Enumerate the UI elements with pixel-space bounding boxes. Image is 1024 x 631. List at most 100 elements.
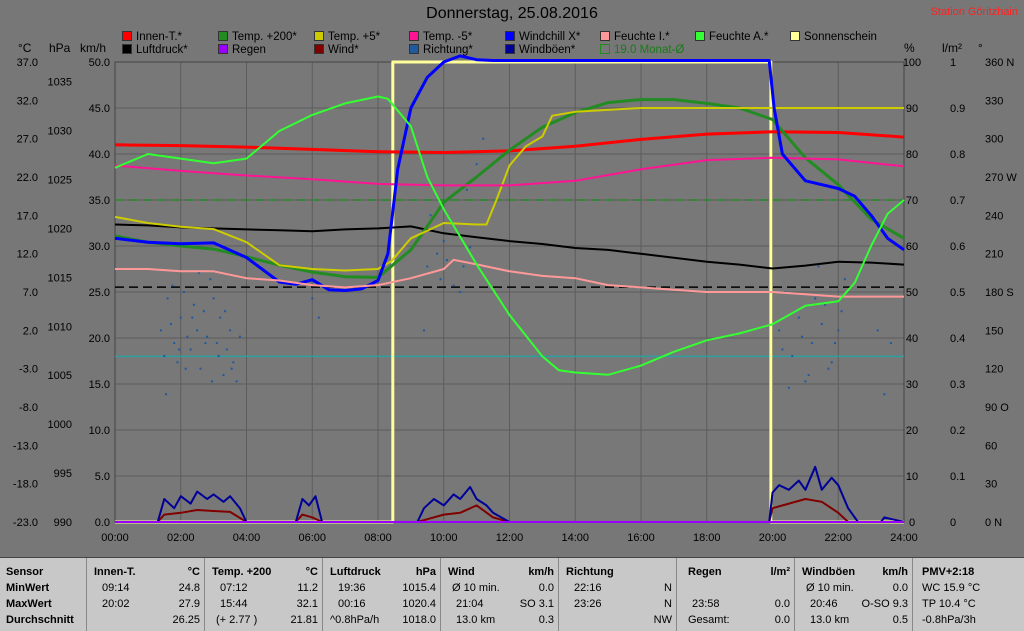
- pmv-wc: WC 15.9 °C: [922, 582, 981, 594]
- windboen-min-val: 0.0: [892, 582, 908, 594]
- y-tick-direction: 150: [985, 325, 1003, 337]
- direction-point: [219, 316, 222, 319]
- y-tick-percent: 70: [906, 195, 918, 207]
- direction-point: [222, 374, 225, 377]
- x-tick-label: 14:00: [561, 532, 589, 544]
- y-tick-percent: 80: [906, 149, 918, 161]
- direction-point: [160, 329, 162, 332]
- y-tick-rain: 0.9: [950, 103, 965, 115]
- regen-max-time: 23:58: [692, 598, 720, 610]
- direction-point: [423, 329, 425, 332]
- y-tick-celsius: -18.0: [13, 479, 38, 491]
- direction-point: [482, 137, 485, 140]
- direction-point: [224, 310, 227, 313]
- direction-point: [196, 329, 199, 332]
- direction-point: [191, 316, 194, 319]
- label-avg: Durchschnitt: [6, 614, 74, 626]
- richtung-max-val: N: [664, 598, 672, 610]
- innen-avg-val: 26.25: [172, 614, 200, 626]
- y-tick-percent: 50: [906, 287, 918, 299]
- y-tick-kmh: 30.0: [89, 241, 110, 253]
- pmv-title: PMV+2:18: [922, 566, 975, 578]
- pmv-tp: TP 10.4 °C: [922, 598, 976, 610]
- y-tick-celsius: 2.0: [23, 325, 38, 337]
- temp200-min-time: 07:12: [220, 582, 248, 594]
- y-tick-direction: 360 N: [985, 57, 1014, 69]
- y-tick-hpa: 1010: [48, 321, 72, 333]
- y-tick-percent: 40: [906, 333, 918, 345]
- direction-point: [827, 367, 830, 370]
- y-tick-celsius: 22.0: [17, 172, 38, 184]
- direction-point: [163, 354, 166, 357]
- wind-max-val: SO 3.1: [519, 598, 554, 610]
- y-tick-percent: 0: [909, 517, 915, 529]
- temp200-min-val: 11.2: [297, 582, 318, 594]
- direction-point: [843, 278, 846, 281]
- y-tick-direction: 30: [985, 479, 997, 491]
- direction-point: [475, 163, 478, 166]
- direction-point: [199, 367, 202, 370]
- wind-max-time: 21:04: [456, 598, 484, 610]
- y-tick-kmh: 45.0: [89, 103, 110, 115]
- direction-point: [178, 348, 181, 351]
- y-tick-hpa: 995: [54, 468, 72, 480]
- direction-point: [459, 291, 462, 293]
- direction-point: [436, 252, 439, 255]
- y-tick-percent: 10: [906, 471, 918, 483]
- pmv-trend: -0.8hPa/3h: [922, 614, 976, 626]
- richtung-min-val: N: [664, 582, 672, 594]
- stats-wind: Wind km/h Ø 10 min. 0.0 21:04 SO 3.1 13.0 k…: [440, 558, 559, 631]
- direction-point: [211, 380, 213, 383]
- y-tick-hpa: 1020: [48, 223, 72, 235]
- y-tick-rain: 0.6: [950, 241, 965, 253]
- label-min: MinWert: [6, 582, 50, 594]
- direction-point: [165, 393, 167, 396]
- richtung-title: Richtung: [566, 566, 614, 578]
- luftdruck-min-val: 1015.4: [402, 582, 436, 594]
- direction-point: [469, 246, 472, 249]
- wind-avg-val: 0.3: [538, 614, 554, 626]
- stats-luftdruck: Luftdruck hPa 19:36 1015.4 00:16 1020.4 ^0.…: [322, 558, 441, 631]
- y-tick-hpa: 1000: [48, 419, 72, 431]
- direction-point: [840, 310, 843, 313]
- y-tick-kmh: 35.0: [89, 195, 110, 207]
- direction-point: [176, 361, 179, 364]
- y-tick-celsius: -13.0: [13, 440, 38, 452]
- direction-point: [209, 278, 212, 281]
- y-tick-celsius: 7.0: [23, 287, 38, 299]
- direction-point: [183, 291, 185, 293]
- y-tick-hpa: 1030: [48, 126, 72, 138]
- y-tick-direction: 240: [985, 210, 1003, 222]
- stats-pmv: PMV+2:18 WC 15.9 °C TP 10.4 °C -0.8hPa/3…: [912, 558, 1024, 631]
- direction-point: [232, 361, 235, 364]
- x-tick-label: 04:00: [233, 532, 261, 544]
- y-tick-direction: 60: [985, 440, 997, 452]
- innen-min-val: 24.8: [178, 582, 200, 594]
- y-tick-celsius: 12.0: [17, 249, 38, 261]
- y-tick-celsius: -23.0: [13, 517, 38, 529]
- direction-point: [889, 342, 892, 345]
- windboen-min-label: Ø 10 min.: [806, 582, 854, 594]
- direction-point: [173, 342, 176, 345]
- luftdruck-max-time: 00:16: [338, 598, 366, 610]
- y-tick-direction: 180 S: [985, 287, 1014, 299]
- direction-point: [212, 297, 215, 300]
- y-tick-hpa: 1035: [48, 77, 72, 89]
- direction-point: [238, 335, 241, 338]
- direction-point: [179, 316, 182, 319]
- y-tick-direction: 300: [985, 134, 1003, 146]
- direction-point: [171, 284, 174, 287]
- y-tick-kmh: 0.0: [95, 517, 110, 529]
- y-tick-direction: 210: [985, 249, 1003, 261]
- direction-point: [317, 316, 320, 319]
- direction-point: [814, 297, 817, 300]
- luftdruck-min-time: 19:36: [338, 582, 366, 594]
- direction-point: [230, 367, 233, 370]
- direction-point: [465, 188, 468, 191]
- x-tick-label: 20:00: [759, 532, 787, 544]
- innen-min-time: 09:14: [102, 582, 130, 594]
- y-tick-kmh: 15.0: [89, 379, 110, 391]
- direction-point: [442, 239, 445, 242]
- y-tick-rain: 0.1: [950, 471, 965, 483]
- innen-max-time: 20:02: [102, 598, 130, 610]
